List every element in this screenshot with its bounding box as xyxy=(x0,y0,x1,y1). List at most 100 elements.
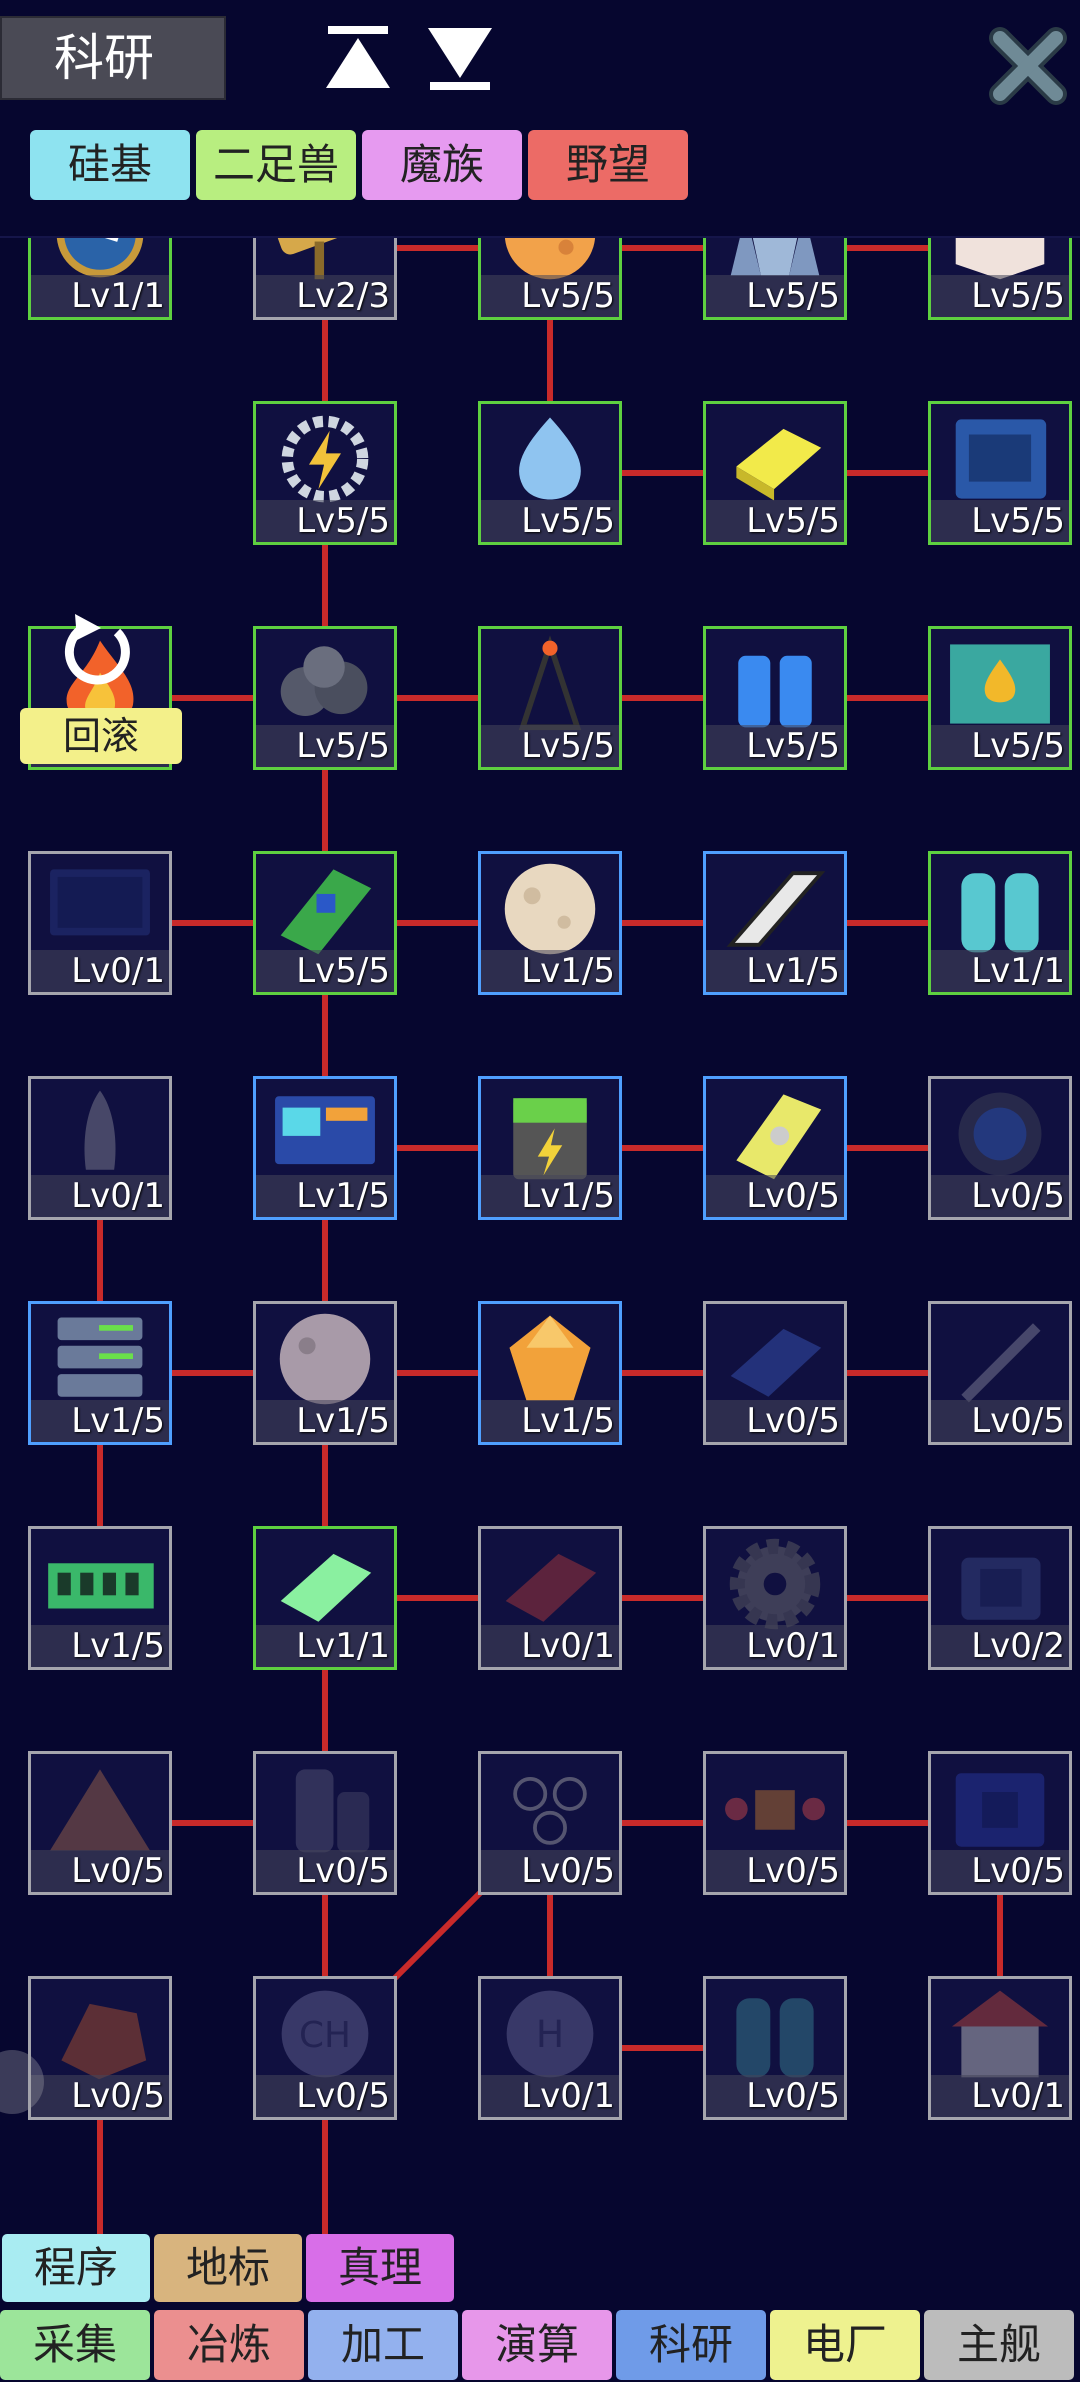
tech-node[interactable]: Lv0/5 xyxy=(928,1751,1072,1895)
tech-node[interactable]: Lv0/2 xyxy=(928,1526,1072,1670)
faction-filter-tabs: 硅基 二足兽 魔族 野望 xyxy=(30,130,688,202)
node-level: Lv5/5 xyxy=(931,500,1069,542)
close-icon[interactable] xyxy=(986,24,1070,108)
node-level: Lv0/5 xyxy=(706,2075,844,2117)
node-level: Lv0/1 xyxy=(931,2075,1069,2117)
tab-program[interactable]: 程序 xyxy=(2,2234,150,2302)
tech-node[interactable]: H Lv0/1 xyxy=(478,1976,622,2120)
node-level: Lv0/5 xyxy=(931,1400,1069,1442)
scroll-to-bottom-icon[interactable] xyxy=(424,22,496,94)
tech-node[interactable]: Lv1/1 xyxy=(28,236,172,320)
tab-landmark[interactable]: 地标 xyxy=(154,2234,302,2302)
node-level: Lv0/5 xyxy=(931,1850,1069,1892)
node-level: Lv0/1 xyxy=(31,1175,169,1217)
tech-node[interactable]: Lv0/5 xyxy=(478,1751,622,1895)
tech-node[interactable]: Lv5/5 xyxy=(703,236,847,320)
tab-demon[interactable]: 魔族 xyxy=(362,130,522,200)
node-level: Lv0/1 xyxy=(481,1625,619,1667)
tab-research[interactable]: 科研 xyxy=(616,2310,766,2380)
node-level: Lv1/5 xyxy=(256,1400,394,1442)
tech-node[interactable]: Lv1/5 xyxy=(253,1076,397,1220)
node-level: Lv5/5 xyxy=(256,950,394,992)
tech-node[interactable]: Lv0/5 xyxy=(928,1076,1072,1220)
red-ore-icon xyxy=(61,2003,147,2080)
tech-node[interactable]: CH Lv0/5 xyxy=(253,1976,397,2120)
node-level: Lv5/5 xyxy=(931,275,1069,317)
tech-node[interactable]: Lv0/1 xyxy=(28,851,172,995)
tab-gather[interactable]: 采集 xyxy=(0,2310,150,2380)
node-level: Lv0/5 xyxy=(706,1400,844,1442)
tech-node[interactable]: Lv5/5 xyxy=(478,626,622,770)
tab-compute[interactable]: 演算 xyxy=(462,2310,612,2380)
water-splash-icon xyxy=(519,417,581,500)
tech-node[interactable]: Lv5/5 xyxy=(928,401,1072,545)
tech-node[interactable]: Lv1/5 xyxy=(28,1301,172,1445)
titanium-ingot-icon xyxy=(730,1328,822,1397)
gray-moon-icon xyxy=(279,1313,371,1405)
tech-node[interactable]: Lv0/1 xyxy=(703,1526,847,1670)
node-level: Lv5/5 xyxy=(931,725,1069,767)
tab-truth[interactable]: 真理 xyxy=(306,2234,454,2302)
gold-ingot-icon xyxy=(736,428,822,501)
tab-process[interactable]: 加工 xyxy=(308,2310,458,2380)
tab-ambition[interactable]: 野望 xyxy=(528,130,688,200)
tech-node[interactable]: Lv1/5 xyxy=(703,851,847,995)
node-level: Lv0/2 xyxy=(931,1625,1069,1667)
tech-node[interactable]: Lv5/5 xyxy=(478,236,622,320)
tech-node[interactable]: Lv1/5 xyxy=(28,1526,172,1670)
chip-signal-icon xyxy=(725,1790,825,1830)
tab-silicon[interactable]: 硅基 xyxy=(30,130,190,200)
tab-power-plant[interactable]: 电厂 xyxy=(770,2310,920,2380)
rollback-control[interactable]: 回滚 xyxy=(20,604,182,764)
tech-node[interactable]: Lv1/5 xyxy=(478,1076,622,1220)
node-level: Lv0/5 xyxy=(481,1850,619,1892)
tech-node[interactable]: Lv5/5 xyxy=(703,401,847,545)
tech-node[interactable]: Lv0/5 xyxy=(928,1301,1072,1445)
tech-node[interactable]: Lv0/5 xyxy=(703,1751,847,1895)
tech-node[interactable]: Lv5/5 xyxy=(253,851,397,995)
node-level: Lv1/1 xyxy=(256,1625,394,1667)
amber-gem-icon xyxy=(509,1315,591,1401)
node-level: Lv5/5 xyxy=(481,275,619,317)
node-level: Lv5/5 xyxy=(256,500,394,542)
tech-tree[interactable]: Lv1/1 Lv2/3 Lv5/5 Lv5/5 Lv5/5 Lv5/5 Lv5/5 Lv5/5… xyxy=(0,236,1080,2382)
tech-node[interactable]: Lv0/5 xyxy=(703,1301,847,1445)
tech-node[interactable]: Lv0/5 xyxy=(703,1976,847,2120)
tech-node[interactable]: Lv1/1 xyxy=(928,851,1072,995)
tech-node[interactable]: Lv0/5 xyxy=(28,1976,172,2120)
cog-icon xyxy=(729,1538,821,1630)
svg-text:CH: CH xyxy=(299,2015,351,2056)
water-bottles-icon xyxy=(738,655,812,728)
tech-node[interactable]: Lv0/5 xyxy=(703,1076,847,1220)
tech-node[interactable]: Lv2/3 xyxy=(253,236,397,320)
tech-node[interactable]: Lv5/5 xyxy=(478,401,622,545)
tab-mothership[interactable]: 主舰 xyxy=(924,2310,1074,2380)
ram-stick-icon xyxy=(48,1563,154,1609)
tech-node[interactable]: Lv0/1 xyxy=(928,1976,1072,2120)
tech-node[interactable]: Lv0/1 xyxy=(478,1526,622,1670)
silicon-ingot-icon xyxy=(280,1553,372,1622)
tech-node[interactable]: Lv5/5 xyxy=(703,626,847,770)
tech-node[interactable]: Lv0/1 xyxy=(28,1076,172,1220)
tab-biped[interactable]: 二足兽 xyxy=(196,130,356,200)
tech-node[interactable]: Lv0/5 xyxy=(28,1751,172,1895)
tech-node[interactable]: Lv5/5 xyxy=(253,626,397,770)
pyramid-icon xyxy=(50,1769,150,1851)
tech-node[interactable]: Lv5/5 xyxy=(928,626,1072,770)
tech-node[interactable]: Lv5/5 xyxy=(928,236,1072,320)
dual-tanks-icon xyxy=(736,1998,814,2078)
tech-node[interactable]: Lv5/5 xyxy=(253,401,397,545)
tech-node[interactable]: Lv0/5 xyxy=(253,1751,397,1895)
computer-icon xyxy=(275,1096,375,1165)
battery-icon xyxy=(513,1098,587,1180)
tech-node[interactable]: Lv1/5 xyxy=(253,1301,397,1445)
tech-node[interactable]: Lv1/5 xyxy=(478,851,622,995)
hydrogen-icon: H xyxy=(506,1990,594,2078)
tech-node[interactable]: Lv1/1 xyxy=(253,1526,397,1670)
tech-node[interactable]: Lv1/5 xyxy=(478,1301,622,1445)
node-level: Lv5/5 xyxy=(706,500,844,542)
scroll-to-top-icon[interactable] xyxy=(322,22,394,94)
rollback-button[interactable]: 回滚 xyxy=(20,708,182,764)
moai-icon xyxy=(295,1769,370,1853)
tab-smelt[interactable]: 冶炼 xyxy=(154,2310,304,2380)
